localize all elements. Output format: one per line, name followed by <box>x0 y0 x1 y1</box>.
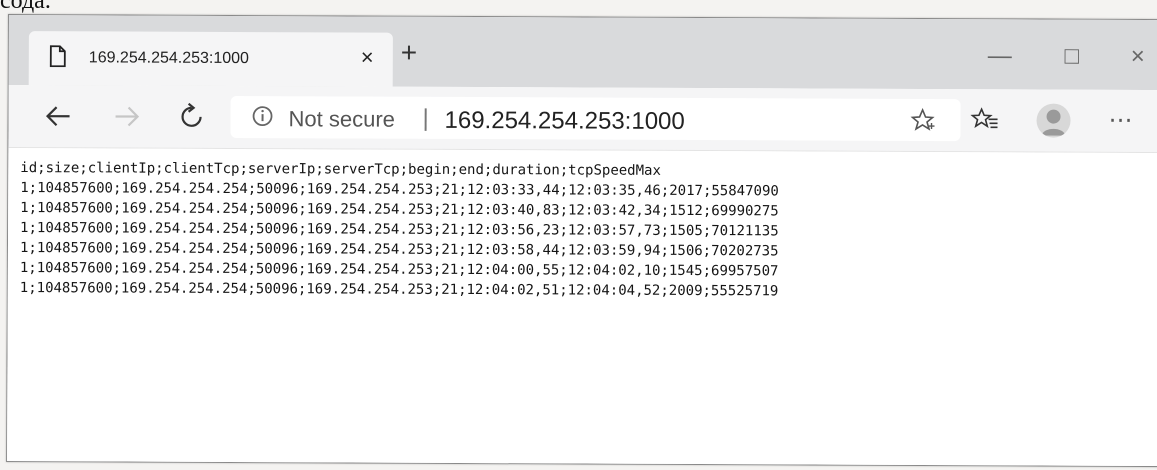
browser-tab[interactable]: 169.254.254.253:1000 × <box>28 31 393 87</box>
back-arrow-icon[interactable] <box>40 99 74 133</box>
csv-output: id;size;clientIp;clientTcp;serverIp;serv… <box>8 148 1157 303</box>
csv-line: 1;104857600;169.254.254.254;50096;169.25… <box>19 260 779 280</box>
page-icon <box>49 45 67 72</box>
new-tab-button[interactable]: + <box>401 37 417 68</box>
address-url[interactable]: 169.254.254.253:1000 <box>444 107 684 136</box>
csv-line: 1;104857600;169.254.254.254;50096;169.25… <box>19 280 779 300</box>
address-bar[interactable]: Not secure | 169.254.254.253:1000 <box>230 95 961 142</box>
close-window-button[interactable]: × <box>1123 42 1153 72</box>
csv-line: 1;104857600;169.254.254.254;50096;169.25… <box>20 200 779 220</box>
browser-toolbar: Not secure | 169.254.254.253:1000 ⋯ <box>8 85 1157 154</box>
csv-line: 1;104857600;169.254.254.254;50096;169.25… <box>20 220 779 240</box>
page-content: id;size;clientIp;clientTcp;serverIp;serv… <box>7 148 1157 467</box>
csv-line: 1;104857600;169.254.254.254;50096;169.25… <box>20 180 779 200</box>
forward-arrow-icon[interactable] <box>110 99 144 133</box>
tab-close-icon[interactable]: × <box>361 45 374 70</box>
favorites-list-icon[interactable] <box>970 107 998 136</box>
tab-title: 169.254.254.253:1000 <box>88 49 250 68</box>
star-icon[interactable] <box>910 107 935 137</box>
tab-bar: 169.254.254.253:1000 × + — □ × <box>8 15 1157 91</box>
browser-window: 169.254.254.253:1000 × + — □ × Not secur… <box>6 14 1157 468</box>
refresh-icon[interactable] <box>174 100 208 134</box>
profile-avatar-icon[interactable] <box>1036 103 1071 138</box>
info-icon[interactable] <box>250 104 274 133</box>
csv-line: 1;104857600;169.254.254.254;50096;169.25… <box>19 240 779 260</box>
address-separator: | <box>422 104 429 132</box>
security-status[interactable]: Not secure <box>288 106 394 132</box>
maximize-button[interactable]: □ <box>1057 42 1087 72</box>
csv-line: id;size;clientIp;clientTcp;serverIp;serv… <box>20 160 661 179</box>
minimize-button[interactable]: — <box>985 41 1015 71</box>
more-options-icon[interactable]: ⋯ <box>1108 106 1133 135</box>
